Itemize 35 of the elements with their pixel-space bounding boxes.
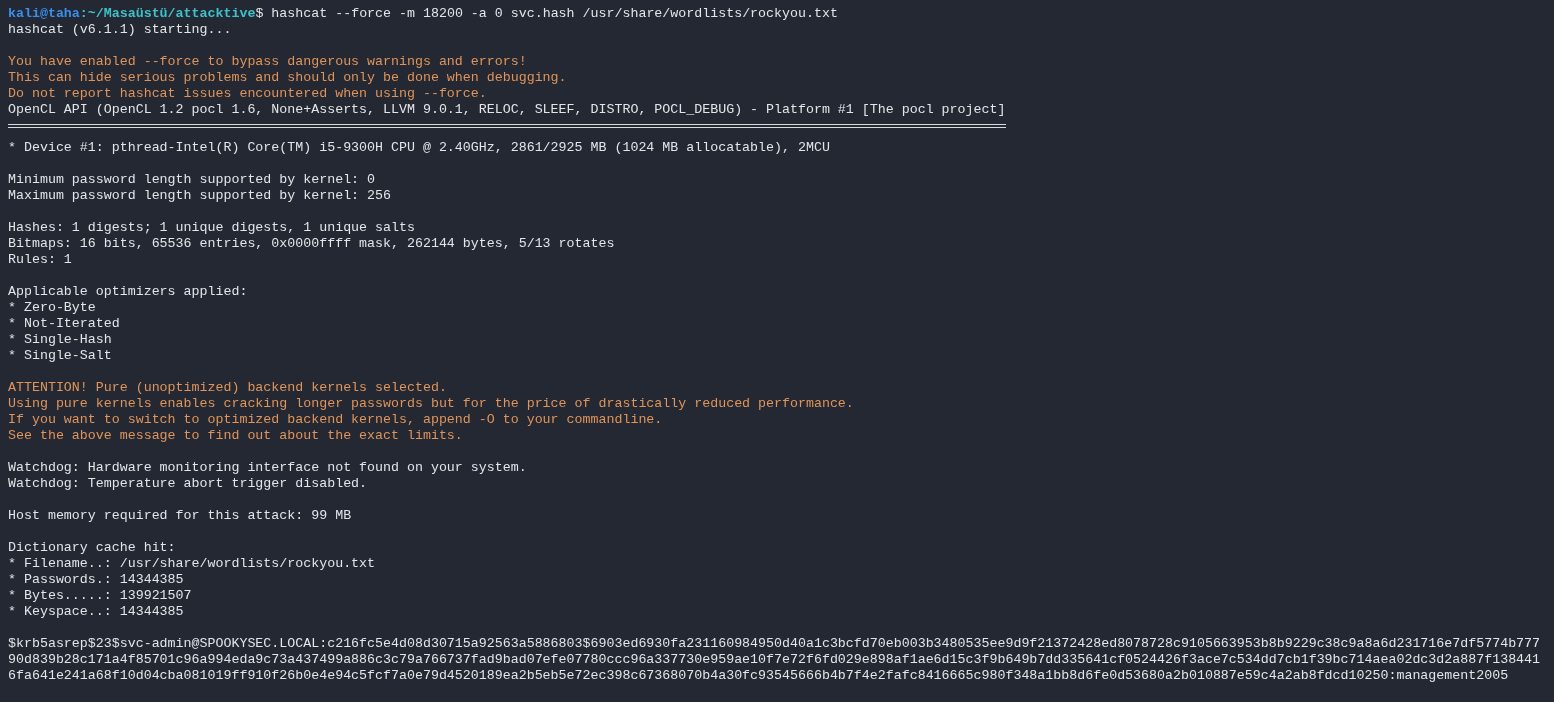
command-text: hashcat --force -m 18200 -a 0 svc.hash /usr/share/wordlists/rockyou.txt: [270, 6, 838, 21]
prompt-path: :~/Masaüstü/attacktive: [79, 6, 256, 21]
prompt-user-host: kali@taha: [8, 6, 80, 21]
output-line: $krb5asrep$23$svc-admin@SPOOKYSEC.LOCAL:c216fc5e4d08d30715a92563a5886803$6903ed6930fa231160984950d40a1c3bcfd70eb003b3480535ee9d9f21372428ed8078728c9105663953b8b9229c38c9a8a6d231716e7df5774b777: [8, 636, 1541, 651]
output-line: * Filename..: /usr/share/wordlists/rockyou.txt: [8, 556, 376, 571]
output-line: * Bytes.....: 139921507: [8, 588, 192, 603]
output-line: Rules: 1: [8, 252, 72, 267]
output-line: 90d839b28c171a4f85701c96a994eda9c73a437499a886c3c79a766737fad9bad07efe07780ccc96a337730e959ae10f7e72f6fd029e898af1ae6d15c3f9b649b7dd335641cf0524426f3ace7c534dd7cb1f39bc714aea02dc3d2a887f138441: [8, 652, 1541, 667]
warning-line: Using pure kernels enables cracking longer passwords but for the price of drastically reduced performance.: [8, 396, 854, 411]
warning-line: You have enabled --force to bypass dangerous warnings and errors!: [8, 54, 527, 69]
output-line: Applicable optimizers applied:: [8, 284, 248, 299]
output-line: Watchdog: Hardware monitoring interface not found on your system.: [8, 460, 527, 475]
warning-line: This can hide serious problems and should only be done when debugging.: [8, 70, 567, 85]
output-line: Minimum password length supported by kernel: 0: [8, 172, 376, 187]
output-line: Host memory required for this attack: 99 MB: [8, 508, 352, 523]
output-line: Dictionary cache hit:: [8, 540, 176, 555]
output-line: Watchdog: Temperature abort trigger disabled.: [8, 476, 368, 491]
prompt-symbol: $: [255, 6, 264, 21]
output-line: * Device #1: pthread-Intel(R) Core(TM) i5-9300H CPU @ 2.40GHz, 2861/2925 MB (1024 MB allocatable), 2MCU: [8, 140, 830, 155]
output-line: hashcat (v6.1.1) starting...: [8, 22, 232, 37]
output-line: Bitmaps: 16 bits, 65536 entries, 0x0000ffff mask, 262144 bytes, 5/13 rotates: [8, 236, 615, 251]
output-line: Hashes: 1 digests; 1 unique digests, 1 unique salts: [8, 220, 415, 235]
output-line: 6fa641e241a68f10d04cba081019ff910f26b0e4e94c5fcf7a0e79d4520189ea2b5eb5e72ec398c67368070b4a30fc93545666b4b7f4e2fafc8416665c980f348a1bb8d6fe0d53680a2b010887e59c4a2ab8fdcd10250:management2005: [8, 668, 1509, 683]
warning-line: ATTENTION! Pure (unoptimized) backend kernels selected.: [8, 380, 447, 395]
output-line: * Keyspace..: 14344385: [8, 604, 184, 619]
output-line: OpenCL API (OpenCL 1.2 pocl 1.6, None+Asserts, LLVM 9.0.1, RELOC, SLEEF, DISTRO, POCL_DEBUG) - Platform #1 [The pocl project]: [8, 102, 1006, 117]
output-line: * Passwords.: 14344385: [8, 572, 184, 587]
output-line: * Zero-Byte: [8, 300, 96, 315]
output-line: * Not-Iterated: [8, 316, 120, 331]
output-line: * Single-Hash: [8, 332, 112, 347]
warning-line: Do not report hashcat issues encountered when using --force.: [8, 86, 487, 101]
output-line: * Single-Salt: [8, 348, 112, 363]
warning-line: If you want to switch to optimized backend kernels, append -O to your commandline.: [8, 412, 663, 427]
warning-line: See the above message to find out about the exact limits.: [8, 428, 463, 443]
output-line: Maximum password length supported by kernel: 256: [8, 188, 391, 203]
